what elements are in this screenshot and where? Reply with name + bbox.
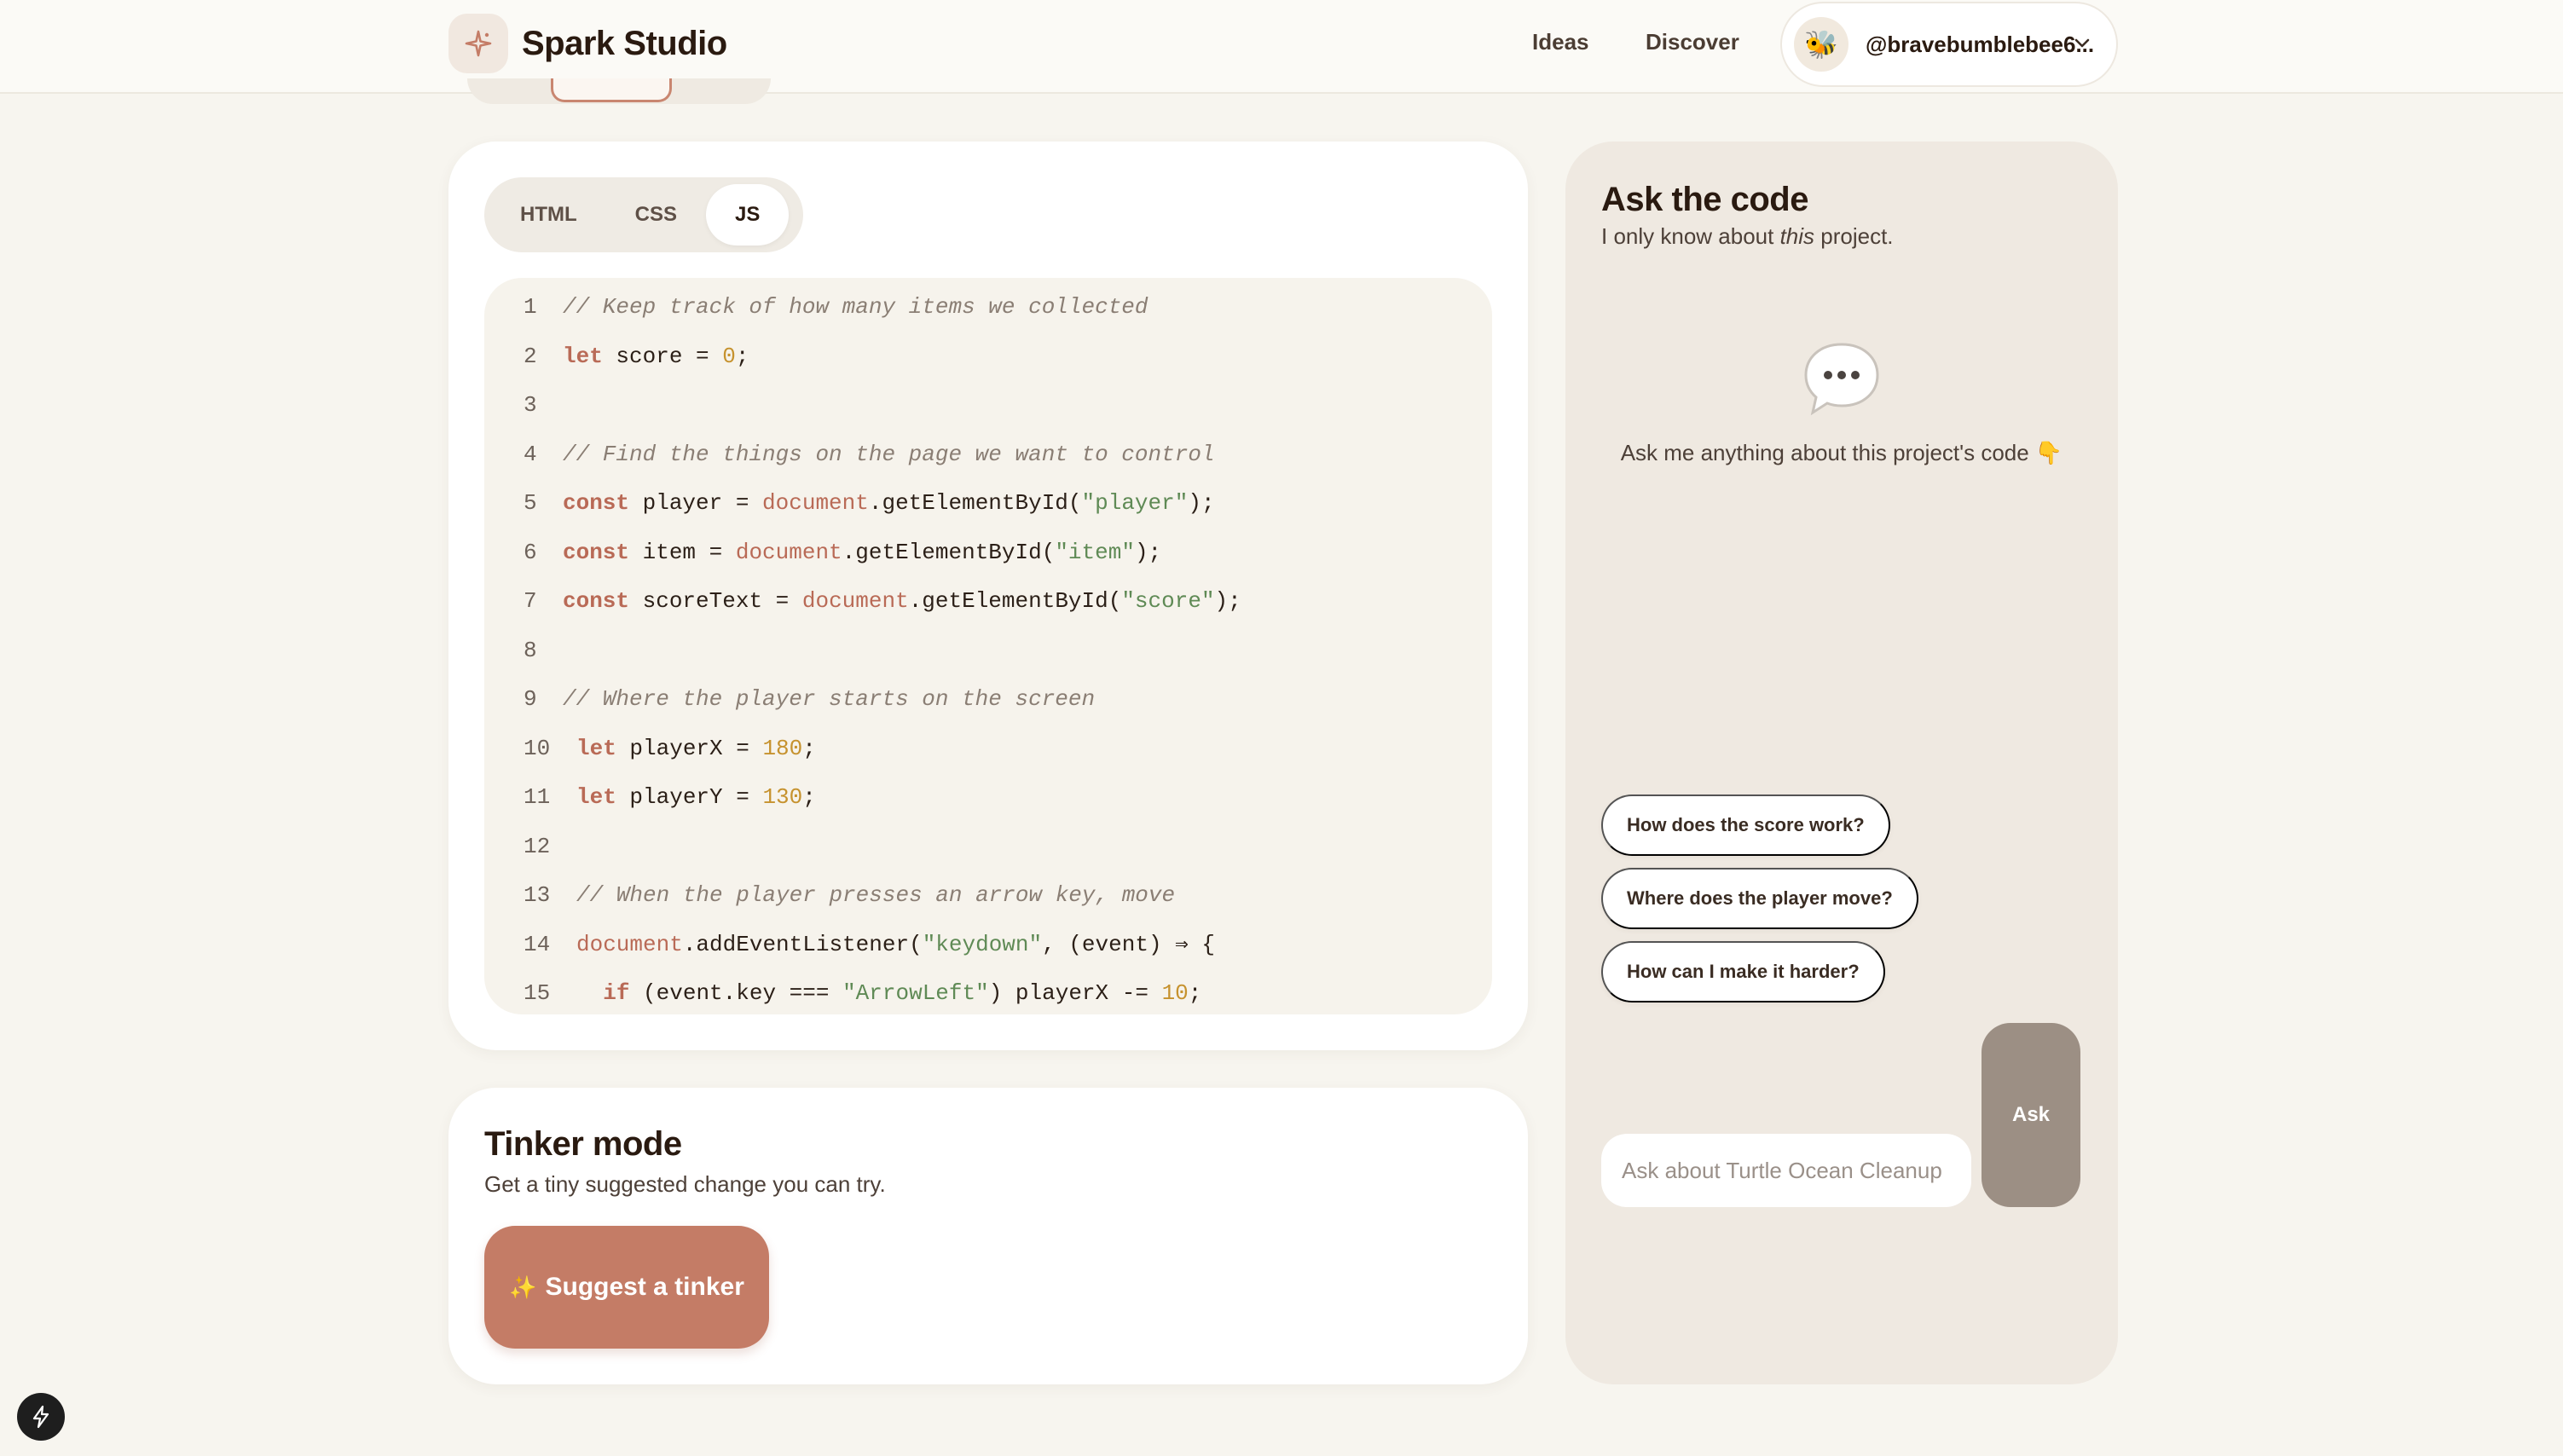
line-code: let score = 0; bbox=[563, 343, 749, 369]
nav-ideas[interactable]: Ideas bbox=[1532, 29, 1589, 55]
sparkles-icon: ✨ bbox=[509, 1274, 537, 1300]
avatar: 🐝 bbox=[1794, 17, 1848, 72]
line-number: 2 bbox=[524, 343, 537, 369]
line-number: 14 bbox=[524, 931, 551, 957]
code-line: 10 let playerX = 180; bbox=[484, 731, 1492, 766]
line-number: 5 bbox=[524, 490, 537, 516]
line-number: 11 bbox=[524, 784, 551, 810]
tinker-mode-card: Tinker mode Get a tiny suggested change … bbox=[448, 1088, 1528, 1384]
language-tabs: HTML CSS JS bbox=[484, 177, 803, 252]
ask-title: Ask the code bbox=[1601, 181, 1808, 218]
code-line: 9 // Where the player starts on the scree… bbox=[484, 682, 1492, 716]
user-handle: @bravebumblebee6... bbox=[1866, 31, 2095, 57]
line-code: const item = document.getElementById("it… bbox=[563, 539, 1162, 565]
line-number: 9 bbox=[524, 686, 537, 712]
tab-css[interactable]: CSS bbox=[606, 184, 706, 246]
code-editor[interactable]: 1 // Keep track of how many items we coll… bbox=[484, 278, 1492, 1014]
ask-subtitle: I only know about this project. bbox=[1601, 223, 1894, 249]
line-number: 1 bbox=[524, 294, 537, 320]
line-number: 7 bbox=[524, 588, 537, 614]
line-code: const scoreText = document.getElementByI… bbox=[563, 588, 1241, 614]
line-code: let playerX = 180; bbox=[576, 735, 816, 761]
tinker-title: Tinker mode bbox=[484, 1125, 682, 1163]
line-code: // Find the things on the page we want t… bbox=[563, 441, 1215, 467]
code-line: 12 bbox=[484, 829, 1492, 864]
line-code: document.addEventListener("keydown", (ev… bbox=[576, 931, 1216, 957]
code-line: 14 document.addEventListener("keydown", (… bbox=[484, 927, 1492, 962]
speech-bubble-icon bbox=[1799, 338, 1884, 424]
suggest-tinker-button[interactable]: ✨ Suggest a tinker bbox=[484, 1226, 769, 1349]
suggestion-chip[interactable]: How can I make it harder? bbox=[1601, 941, 1885, 1002]
tinker-subtitle: Get a tiny suggested change you can try. bbox=[484, 1171, 886, 1197]
line-code: const player = document.getElementById("… bbox=[563, 490, 1215, 516]
ask-button[interactable]: Ask bbox=[1982, 1023, 2080, 1207]
code-viewer-card: HTML CSS JS 1 // Keep track of how many i… bbox=[448, 142, 1528, 1050]
code-line: 2 let score = 0; bbox=[484, 339, 1492, 373]
code-line: 7 const scoreText = document.getElementBy… bbox=[484, 584, 1492, 618]
code-line: 5 const player = document.getElementById(… bbox=[484, 486, 1492, 520]
line-number: 12 bbox=[524, 833, 551, 859]
brand[interactable]: Spark Studio bbox=[448, 14, 727, 73]
code-line: 15 if (event.key === "ArrowLeft") player… bbox=[484, 976, 1492, 1010]
line-number: 8 bbox=[524, 637, 537, 663]
ask-input[interactable] bbox=[1601, 1134, 1971, 1207]
line-code: if (event.key === "ArrowLeft") playerX -… bbox=[603, 980, 1202, 1006]
user-menu[interactable]: 🐝 @bravebumblebee6... bbox=[1780, 2, 2118, 87]
code-line: 13 // When the player presses an arrow ke… bbox=[484, 878, 1492, 912]
lightning-icon[interactable] bbox=[17, 1393, 65, 1441]
code-line: 11 let playerY = 130; bbox=[484, 780, 1492, 814]
line-number: 6 bbox=[524, 539, 537, 565]
nav-discover[interactable]: Discover bbox=[1646, 29, 1739, 55]
code-line: 4 // Find the things on the page we want … bbox=[484, 437, 1492, 471]
top-header: Spark Studio Ideas Discover 🐝 @bravebumb… bbox=[0, 0, 2563, 94]
tab-js[interactable]: JS bbox=[706, 184, 790, 246]
code-line: 1 // Keep track of how many items we coll… bbox=[484, 290, 1492, 324]
chevron-down-icon bbox=[2074, 38, 2091, 54]
line-number: 13 bbox=[524, 882, 551, 908]
code-line: 8 bbox=[484, 633, 1492, 667]
line-number: 3 bbox=[524, 392, 537, 418]
ask-empty-state: Ask me anything about this project's cod… bbox=[1620, 440, 2063, 465]
line-code: // When the player presses an arrow key,… bbox=[576, 882, 1176, 908]
line-number: 10 bbox=[524, 735, 551, 761]
scrolled-button-remnant[interactable] bbox=[551, 78, 672, 102]
line-code: // Keep track of how many items we colle… bbox=[563, 294, 1148, 320]
line-number: 4 bbox=[524, 441, 537, 467]
code-line: 6 const item = document.getElementById("i… bbox=[484, 535, 1492, 569]
line-code: // Where the player starts on the screen bbox=[563, 686, 1096, 712]
ask-the-code-panel: Ask the code I only know about this proj… bbox=[1565, 142, 2118, 1384]
brand-name: Spark Studio bbox=[522, 24, 727, 62]
suggestion-chip[interactable]: Where does the player move? bbox=[1601, 868, 1918, 929]
suggestion-chip[interactable]: How does the score work? bbox=[1601, 794, 1890, 856]
suggest-tinker-label: Suggest a tinker bbox=[545, 1273, 744, 1301]
line-code: let playerY = 130; bbox=[576, 784, 816, 810]
code-line: 3 bbox=[484, 388, 1492, 422]
line-number: 15 bbox=[524, 980, 551, 1006]
sparkle-icon bbox=[448, 14, 508, 73]
tab-html[interactable]: HTML bbox=[491, 184, 606, 246]
